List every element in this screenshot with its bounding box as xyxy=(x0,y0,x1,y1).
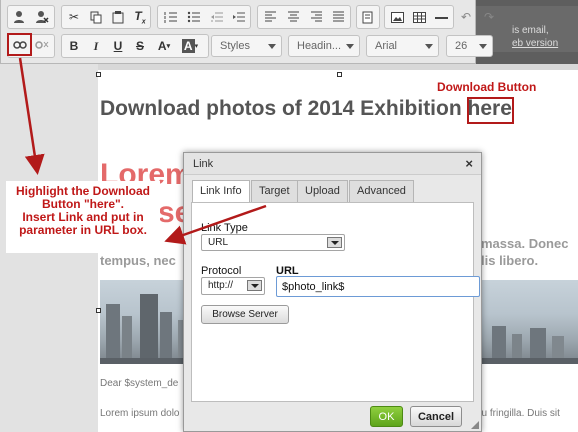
justify-icon[interactable] xyxy=(327,7,349,27)
callout-line: parameter in URL box. xyxy=(19,223,147,237)
font-size-dropdown[interactable]: 26 xyxy=(446,35,493,57)
font-dropdown-label: Arial xyxy=(375,40,398,52)
bg-color-button[interactable]: A ▾ xyxy=(179,36,201,56)
image-icon[interactable] xyxy=(386,7,408,27)
browse-server-button[interactable]: Browse Server xyxy=(201,305,289,324)
link-button-highlight xyxy=(7,33,32,56)
align-center-icon[interactable] xyxy=(282,7,304,27)
here-highlight-box xyxy=(467,97,514,124)
link-type-label: Link Type xyxy=(201,222,248,234)
ok-button[interactable]: OK xyxy=(370,406,403,427)
cut-icon[interactable]: ✂ xyxy=(63,7,85,27)
resize-grip-icon[interactable] xyxy=(471,421,479,429)
styles-dropdown-label: Styles xyxy=(220,40,250,52)
banner-text-line1: is email, xyxy=(512,25,549,36)
resize-handle[interactable] xyxy=(337,72,342,77)
link-type-select[interactable]: URL xyxy=(201,234,345,251)
url-input[interactable]: $photo_link$ xyxy=(276,276,480,297)
close-icon[interactable]: × xyxy=(465,156,473,171)
table-icon[interactable] xyxy=(408,7,430,27)
horizontal-line-icon[interactable] xyxy=(430,7,452,27)
bg-color-icon: A xyxy=(181,39,195,53)
indent-icon[interactable] xyxy=(227,7,249,27)
tab-upload[interactable]: Upload xyxy=(297,180,348,202)
web-version-link[interactable]: eb version xyxy=(512,38,558,49)
paste-icon[interactable] xyxy=(107,7,129,27)
protocol-value: http:// xyxy=(208,280,234,291)
font-size-dropdown-label: 26 xyxy=(455,40,468,52)
tab-advanced[interactable]: Advanced xyxy=(349,180,414,202)
chevron-down-icon xyxy=(479,44,487,49)
heading-dropdown-label: Headin... xyxy=(297,40,342,52)
resize-handle[interactable] xyxy=(96,308,101,313)
body-text-left-2[interactable]: tempus, nec xyxy=(100,253,176,268)
redo-icon[interactable]: ↷ xyxy=(478,7,500,27)
tab-link-info[interactable]: Link Info xyxy=(192,180,250,203)
protocol-label: Protocol xyxy=(201,265,242,277)
user-remove-icon[interactable] xyxy=(31,7,53,27)
template-icon[interactable] xyxy=(357,7,379,27)
chevron-down-icon xyxy=(425,44,433,49)
styles-dropdown[interactable]: Styles xyxy=(211,35,282,57)
unlink-icon[interactable] xyxy=(31,35,53,55)
heading-dropdown[interactable]: Headin... xyxy=(288,35,360,57)
greeting-text[interactable]: Dear $system_de xyxy=(100,378,178,389)
bulleted-list-icon[interactable] xyxy=(182,7,204,27)
outdent-icon[interactable] xyxy=(205,7,227,27)
user-icon[interactable] xyxy=(9,7,31,27)
strikethrough-button[interactable]: S xyxy=(129,36,151,56)
chevron-down-icon xyxy=(327,237,342,248)
copy-icon[interactable] xyxy=(85,7,107,27)
headline[interactable]: Download photos of 2014 Exhibition here xyxy=(100,97,512,121)
dialog-title: Link xyxy=(184,153,481,175)
resize-handle[interactable] xyxy=(96,72,101,77)
tab-target[interactable]: Target xyxy=(251,180,298,202)
instruction-callout: Highlight the Download Button "here". In… xyxy=(6,181,160,253)
link-dialog: Link × Link Info Target Upload Advanced … xyxy=(183,152,482,432)
text-color-button[interactable]: A ▾ xyxy=(153,36,175,56)
chevron-down-icon xyxy=(247,280,262,291)
chevron-down-icon xyxy=(268,44,276,49)
text-color-icon: A xyxy=(157,39,167,53)
italic-button[interactable]: I xyxy=(85,36,107,56)
download-button-annotation: Download Button xyxy=(437,80,537,94)
align-right-icon[interactable] xyxy=(305,7,327,27)
editor-toolbar: ✂ Tx ↶ B I U S A ▾ A ▾ Styles Headin... … xyxy=(0,0,493,64)
bold-button[interactable]: B xyxy=(63,36,85,56)
link-info-panel: Link Type URL Protocol URL http:// $phot… xyxy=(191,202,480,402)
numbered-list-icon[interactable] xyxy=(159,7,181,27)
body-text-right-2[interactable]: lis libero. xyxy=(481,253,538,268)
underline-button[interactable]: U xyxy=(107,36,129,56)
chevron-down-icon xyxy=(346,44,354,49)
undo-icon[interactable]: ↶ xyxy=(455,7,477,27)
protocol-select[interactable]: http:// xyxy=(201,277,265,295)
body-paragraph-right[interactable]: eu fringilla. Duis sit xyxy=(476,408,560,419)
font-dropdown[interactable]: Arial xyxy=(366,35,439,57)
clear-format-icon[interactable]: Tx xyxy=(129,7,151,27)
cancel-button[interactable]: Cancel xyxy=(410,406,462,427)
body-paragraph-left[interactable]: Lorem ipsum dolo xyxy=(100,408,179,419)
body-text-right-1[interactable]: massa. Donec xyxy=(481,236,568,251)
link-type-value: URL xyxy=(208,237,229,248)
align-left-icon[interactable] xyxy=(259,7,281,27)
